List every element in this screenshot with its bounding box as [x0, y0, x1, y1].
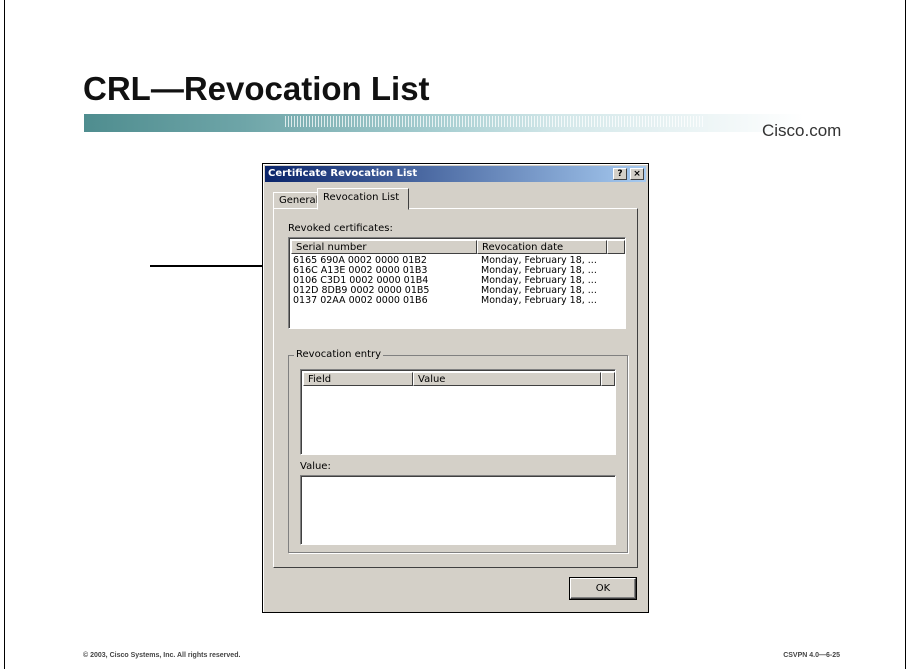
cell-serial: 0137 02AA 0002 0000 01B6 [293, 295, 428, 306]
dialog-title: Certificate Revocation List [268, 168, 418, 179]
tab-page: Revoked certificates: Serial number Revo… [273, 208, 638, 568]
column-filler [601, 372, 615, 386]
column-revocation-date[interactable]: Revocation date [477, 240, 607, 254]
dialog-titlebar[interactable]: Certificate Revocation List ? × [265, 166, 646, 182]
revoked-certificates-label: Revoked certificates: [288, 223, 393, 234]
ok-button[interactable]: OK [570, 578, 636, 599]
close-button[interactable]: × [630, 168, 644, 180]
slide-title: CRL—Revocation List [83, 70, 430, 107]
value-textbox[interactable] [300, 475, 616, 545]
title-bar-pattern [285, 116, 705, 127]
column-value[interactable]: Value [413, 372, 601, 386]
column-filler [607, 240, 625, 254]
value-label: Value: [300, 461, 331, 472]
cell-date: Monday, February 18, ... [481, 295, 597, 306]
crl-dialog: Certificate Revocation List ? × General … [262, 163, 649, 613]
column-serial-number[interactable]: Serial number [291, 240, 477, 254]
help-button[interactable]: ? [613, 168, 627, 180]
column-field[interactable]: Field [303, 372, 413, 386]
footer-page-id: CSVPN 4.0—6-25 [783, 652, 840, 659]
revoked-certificates-list[interactable]: Serial number Revocation date 6165 690A … [288, 237, 626, 329]
brand-label: Cisco.com [762, 121, 842, 140]
revocation-entry-label: Revocation entry [294, 349, 384, 360]
entry-fields-list[interactable]: Field Value [300, 369, 616, 455]
tab-revocation-list[interactable]: Revocation List [317, 188, 409, 210]
footer-copyright: © 2003, Cisco Systems, Inc. All rights r… [83, 652, 241, 659]
